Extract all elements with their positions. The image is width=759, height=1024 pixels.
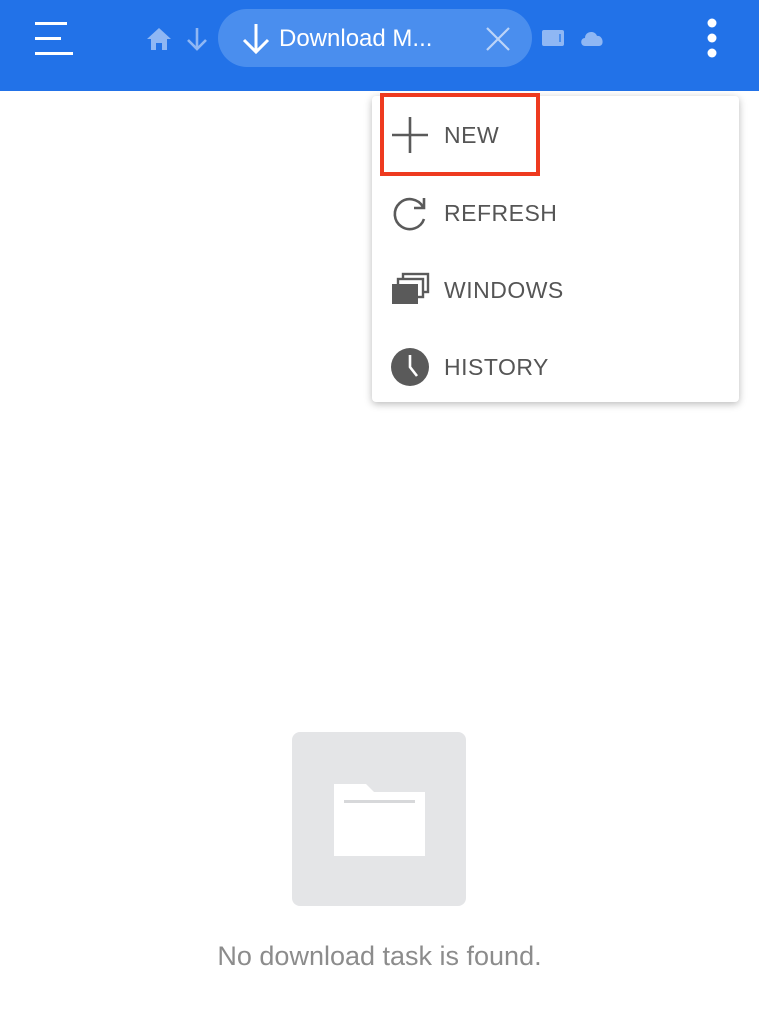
empty-state-message: No download task is found.: [217, 941, 542, 971]
menu-item-label: NEW: [444, 122, 500, 148]
menu-item-label: REFRESH: [444, 200, 558, 226]
download-icon[interactable]: [182, 24, 212, 54]
folder-icon: [334, 784, 425, 856]
menu-item-history[interactable]: HISTORY: [372, 330, 739, 400]
menu-item-refresh[interactable]: REFRESH: [372, 176, 739, 246]
menu-item-windows[interactable]: WINDOWS: [372, 253, 739, 323]
menu-item-new[interactable]: NEW: [372, 98, 739, 168]
cloud-icon[interactable]: [578, 25, 606, 51]
more-vert-icon[interactable]: [696, 14, 728, 64]
clock-icon: [391, 348, 429, 386]
windows-icon: [392, 272, 430, 304]
active-tab[interactable]: Download M...: [218, 9, 532, 67]
app-bar: Download M...: [0, 0, 759, 91]
download-icon: [242, 24, 270, 55]
menu-item-label: WINDOWS: [444, 277, 564, 303]
menu-icon[interactable]: [30, 18, 78, 60]
home-icon[interactable]: [144, 24, 174, 54]
close-icon[interactable]: [484, 25, 512, 53]
overflow-menu: NEW REFRESH WINDOWS HISTORY: [372, 96, 739, 402]
tablet-icon[interactable]: [540, 25, 566, 51]
tab-label: Download M...: [279, 25, 433, 52]
empty-state-illustration: [292, 732, 466, 906]
refresh-icon: [393, 197, 426, 231]
menu-item-label: HISTORY: [444, 354, 549, 380]
plus-icon: [392, 117, 428, 153]
